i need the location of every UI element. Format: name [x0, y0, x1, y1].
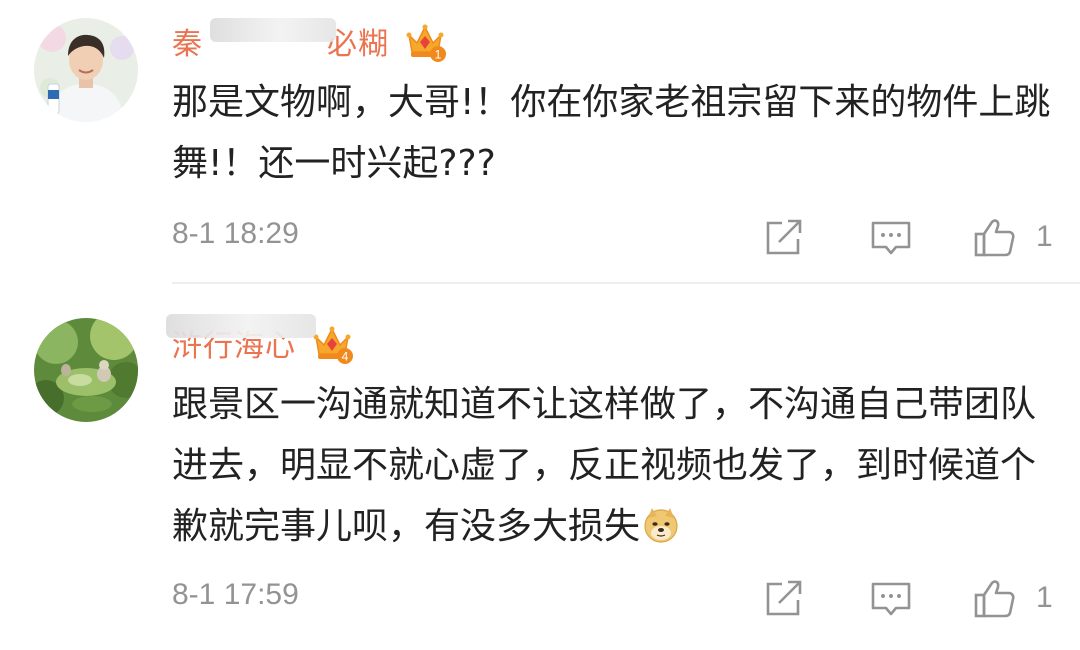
share-button[interactable] [762, 215, 806, 259]
reply-icon [871, 582, 911, 616]
reply-button[interactable] [869, 576, 913, 620]
avatar-image [34, 318, 138, 422]
name-redaction-blur [166, 314, 316, 338]
name-redaction-blur [210, 18, 336, 42]
crown-badge-icon[interactable]: 4 [310, 321, 354, 365]
share-button[interactable] [762, 576, 806, 620]
comment-actions: 8-1 18:29 1 [172, 215, 1080, 259]
timestamp: 8-1 17:59 [172, 578, 299, 611]
svg-text:4: 4 [342, 350, 349, 364]
comment-actions: 8-1 17:59 1 [172, 576, 1080, 620]
comment-text: 那是文物啊，大哥!！你在你家老祖宗留下来的物件上跳舞!！还一时兴起??? [172, 82, 1051, 184]
doge-emoji-icon [644, 508, 678, 543]
like-button[interactable]: 1 [972, 576, 1053, 620]
thumbs-up-icon [974, 219, 1015, 257]
crown-badge-icon[interactable]: 1 [403, 19, 447, 63]
share-icon [766, 580, 802, 616]
comment-text: 跟景区一沟通就知道不让这样做了，不沟通自己带团队进去，明显不就心虚了，反正视频也… [172, 374, 1052, 557]
reply-button[interactable] [869, 215, 913, 259]
reply-icon [871, 221, 911, 255]
avatar-image [34, 18, 138, 122]
avatar[interactable] [34, 318, 138, 422]
comment-item: 浒行海心 4 跟景区一沟通就知道不让这样做了，不沟通自己带团队进去，明显不就心虚… [0, 284, 1080, 650]
svg-text:1: 1 [435, 48, 442, 62]
like-count: 1 [1036, 220, 1053, 253]
comment-text-body: 跟景区一沟通就知道不让这样做了，不沟通自己带团队进去，明显不就心虚了，反正视频也… [172, 384, 1037, 547]
like-count: 1 [1036, 581, 1053, 614]
comment-item: 秦 必糊 1 那是文物啊，大哥!！你在你家老祖宗留下来的物件上跳舞!！还一时兴起… [0, 0, 1080, 282]
share-icon [766, 219, 802, 255]
avatar[interactable] [34, 18, 138, 122]
like-button[interactable]: 1 [972, 215, 1053, 259]
timestamp: 8-1 18:29 [172, 217, 299, 250]
thumbs-up-icon [974, 580, 1015, 618]
